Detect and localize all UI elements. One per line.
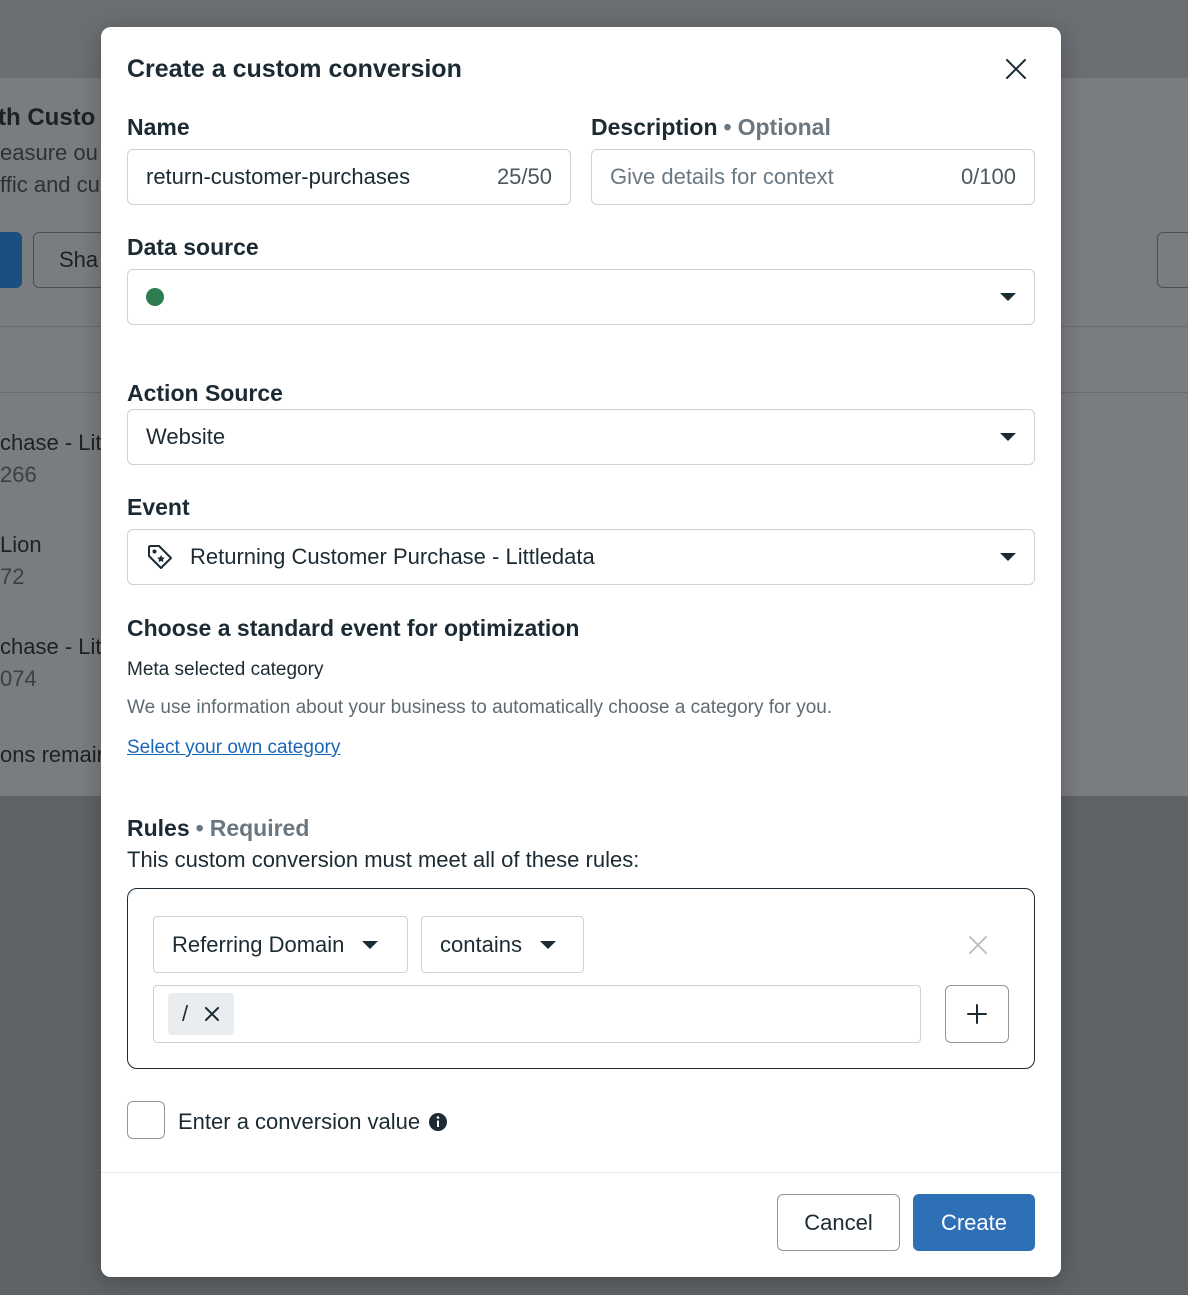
dialog-title: Create a custom conversion [127,55,462,83]
info-icon[interactable] [428,1112,448,1132]
description-placeholder: Give details for context [610,164,834,189]
data-source-value [146,288,1000,306]
data-source-label: Data source [127,234,259,260]
rule-value-input[interactable]: / [153,985,921,1043]
category-help: We use information about your business t… [127,697,833,718]
close-icon [969,936,987,954]
conversion-value-label: Enter a conversion value [178,1109,421,1134]
background-row-name: chase - Lit [0,430,102,455]
description-field[interactable]: Give details for context 0/100 [591,149,1035,205]
background-title: th Custo [0,104,96,131]
optional-tag: Optional [737,114,831,140]
background-row-id: 72 [0,564,25,589]
name-counter: 25/50 [496,164,552,189]
add-rule-value-button[interactable] [945,985,1009,1043]
conversion-value-row: Enter a conversion value [178,1109,448,1135]
rules-description: This custom conversion must meet all of … [127,847,640,872]
event-select[interactable]: Returning Customer Purchase - Littledata [127,529,1035,585]
background-primary-button [0,232,22,288]
background-share-label: Sha [59,247,99,272]
chevron-down-icon [539,940,556,949]
remove-rule-button[interactable] [964,931,992,959]
category-label: Meta selected category [127,659,324,680]
chip-remove-icon[interactable] [204,1006,220,1022]
required-tag: Required [209,815,310,841]
event-value: Returning Customer Purchase - Littledata [190,544,595,569]
rules-label: Rules • Required [127,815,309,842]
action-source-value: Website [146,424,226,449]
background-subtitle: easure ou [0,140,98,165]
background-search-button [1157,232,1188,288]
tag-icon [148,545,172,569]
background-row-name: chase - Lit [0,634,102,659]
status-dot-icon [146,288,164,306]
action-source-label: Action Source [127,380,283,406]
background-row-name: Lion [0,532,42,557]
create-button[interactable]: Create [913,1194,1035,1251]
chevron-down-icon [362,940,379,949]
rule-field-select[interactable]: Referring Domain [153,916,408,973]
event-label: Event [127,494,190,520]
name-value: return-customer-purchases [146,164,411,189]
description-counter: 0/100 [960,164,1016,189]
background-remaining: ons remair [0,742,104,767]
dialog-footer: Cancel Create [101,1172,1061,1277]
cancel-button[interactable]: Cancel [777,1194,900,1251]
description-label-text: Description [591,114,718,140]
conversion-value-checkbox[interactable] [127,1101,165,1139]
chip-label: / [182,1001,189,1026]
rules-label-text: Rules [127,815,190,841]
optimization-title: Choose a standard event for optimization [127,615,580,641]
custom-conversion-dialog: Create a custom conversion Name return-c… [101,27,1061,1277]
chevron-down-icon [1000,433,1016,441]
plus-icon [967,1004,987,1024]
rule-operator-select[interactable]: contains [421,916,584,973]
data-source-select[interactable] [127,269,1035,325]
close-button[interactable] [996,49,1036,89]
rules-box: Referring Domain contains / [127,888,1035,1069]
description-label: Description • Optional [591,114,831,141]
rule-operator-value: contains [440,931,522,957]
rule-field-value: Referring Domain [172,931,345,957]
separator-dot: • [195,815,204,841]
chevron-down-icon [1000,293,1016,301]
rule-value-chip: / [168,993,235,1035]
background-row-id: 266 [0,462,37,487]
name-field[interactable]: return-customer-purchases 25/50 [127,149,571,205]
background-row-id: 074 [0,666,37,691]
select-category-link[interactable]: Select your own category [127,737,340,759]
separator-dot: • [723,114,732,140]
chevron-down-icon [1000,553,1016,561]
close-icon [1006,59,1026,79]
action-source-select[interactable]: Website [127,409,1035,465]
name-label: Name [127,114,190,140]
background-subtitle: ffic and cu [0,172,100,197]
